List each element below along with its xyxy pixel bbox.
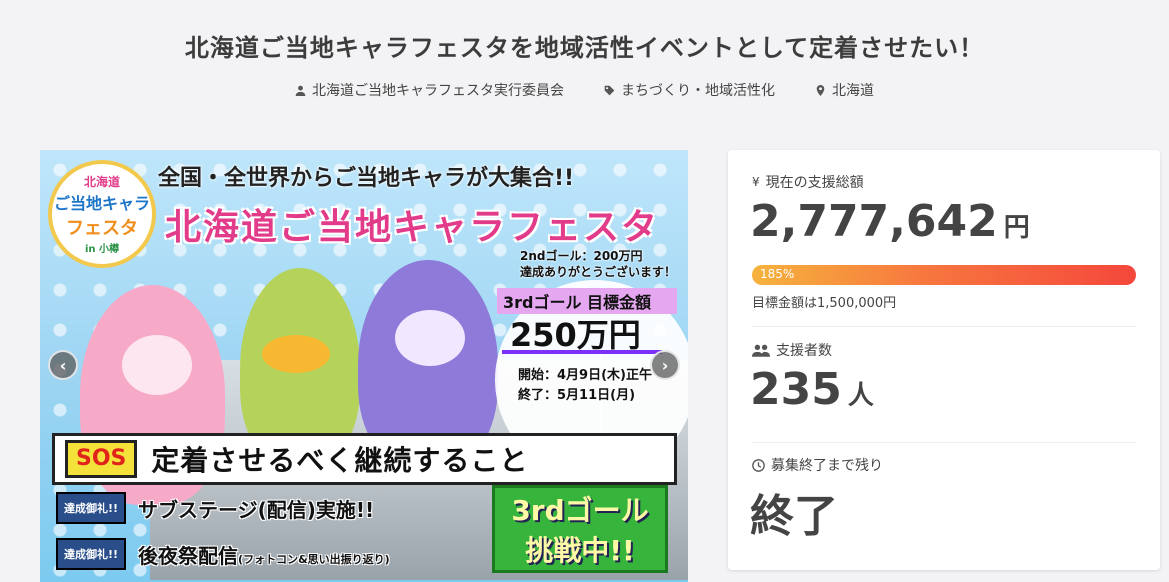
festival-title: 北海道ご当地キャラフェスタ <box>165 207 660 248</box>
user-icon <box>295 85 306 96</box>
pin-icon <box>816 84 825 96</box>
raised-amount: 2,777,642 円 <box>750 196 1030 247</box>
tag-icon <box>604 85 615 95</box>
carousel-next-button[interactable]: › <box>650 350 680 380</box>
users-icon <box>752 344 770 357</box>
thanks-row-1: 達成御礼!! サブステージ(配信)実施!! <box>56 488 374 528</box>
chevron-left-icon: ‹ <box>59 355 67 375</box>
sos-banner: SOS 定着させるべく継続すること <box>52 433 677 485</box>
chevron-right-icon: › <box>661 355 669 375</box>
category-name: まちづくり・地域活性化 <box>621 83 775 99</box>
sos-badge: SOS <box>65 440 138 478</box>
remaining-value: 終了 <box>750 491 838 542</box>
progress-bar: 185% <box>752 265 1136 285</box>
progress-percent: 185% <box>760 267 795 281</box>
location-link[interactable]: 北海道 <box>815 80 874 100</box>
funding-stats-card: ¥ 現在の支援総額 2,777,642 円 185% 目標金額は1,500,000… <box>728 150 1160 570</box>
hero-image-carousel[interactable]: 全国・全世界からご当地キャラが大集合!! 北海道ご当地キャラフェスタ 北海道 ご… <box>40 150 688 582</box>
location-name: 北海道 <box>832 83 874 99</box>
goal3-challenge-badge: 3rdゴール 挑戦中!! <box>492 485 668 573</box>
category-link[interactable]: まちづくり・地域活性化 <box>604 80 775 100</box>
progress-bar-fill <box>752 265 1136 285</box>
thanks-row-2: 達成御礼!! 後夜祭配信(フォトコン&思い出振り返り) <box>56 534 390 574</box>
yen-icon: ¥ <box>752 175 760 189</box>
target-amount: 目標金額は1,500,000円 <box>752 296 897 311</box>
raised-label: ¥ 現在の支援総額 <box>752 175 864 191</box>
project-meta: 北海道ご当地キャラフェスタ実行委員会 まちづくり・地域活性化 北海道 <box>0 80 1169 100</box>
festival-logo: 北海道 ご当地キャラ フェスタ in 小樽 <box>48 160 156 268</box>
campaign-dates: 開始：4月9日(木)正午 終了：5月11日(月) <box>518 368 652 403</box>
sos-text: 定着させるべく継続すること <box>151 444 529 477</box>
carousel-prev-button[interactable]: ‹ <box>48 350 78 380</box>
owner-link[interactable]: 北海道ご当地キャラフェスタ実行委員会 <box>295 80 564 100</box>
supporters-count: 235 人 <box>750 364 874 415</box>
project-title: 北海道ご当地キャラフェスタを地域活性イベントとして定着させたい！ <box>184 34 985 62</box>
goal2-note: 2ndゴール：200万円 達成ありがとうございます！ <box>520 249 677 280</box>
owner-name: 北海道ご当地キャラフェスタ実行委員会 <box>312 83 564 99</box>
remaining-label: 募集終了まで残り <box>752 455 883 475</box>
clock-icon <box>752 458 765 472</box>
hero-headline: 全国・全世界からご当地キャラが大集合!! <box>158 166 575 191</box>
supporters-label: 支援者数 <box>752 340 832 360</box>
